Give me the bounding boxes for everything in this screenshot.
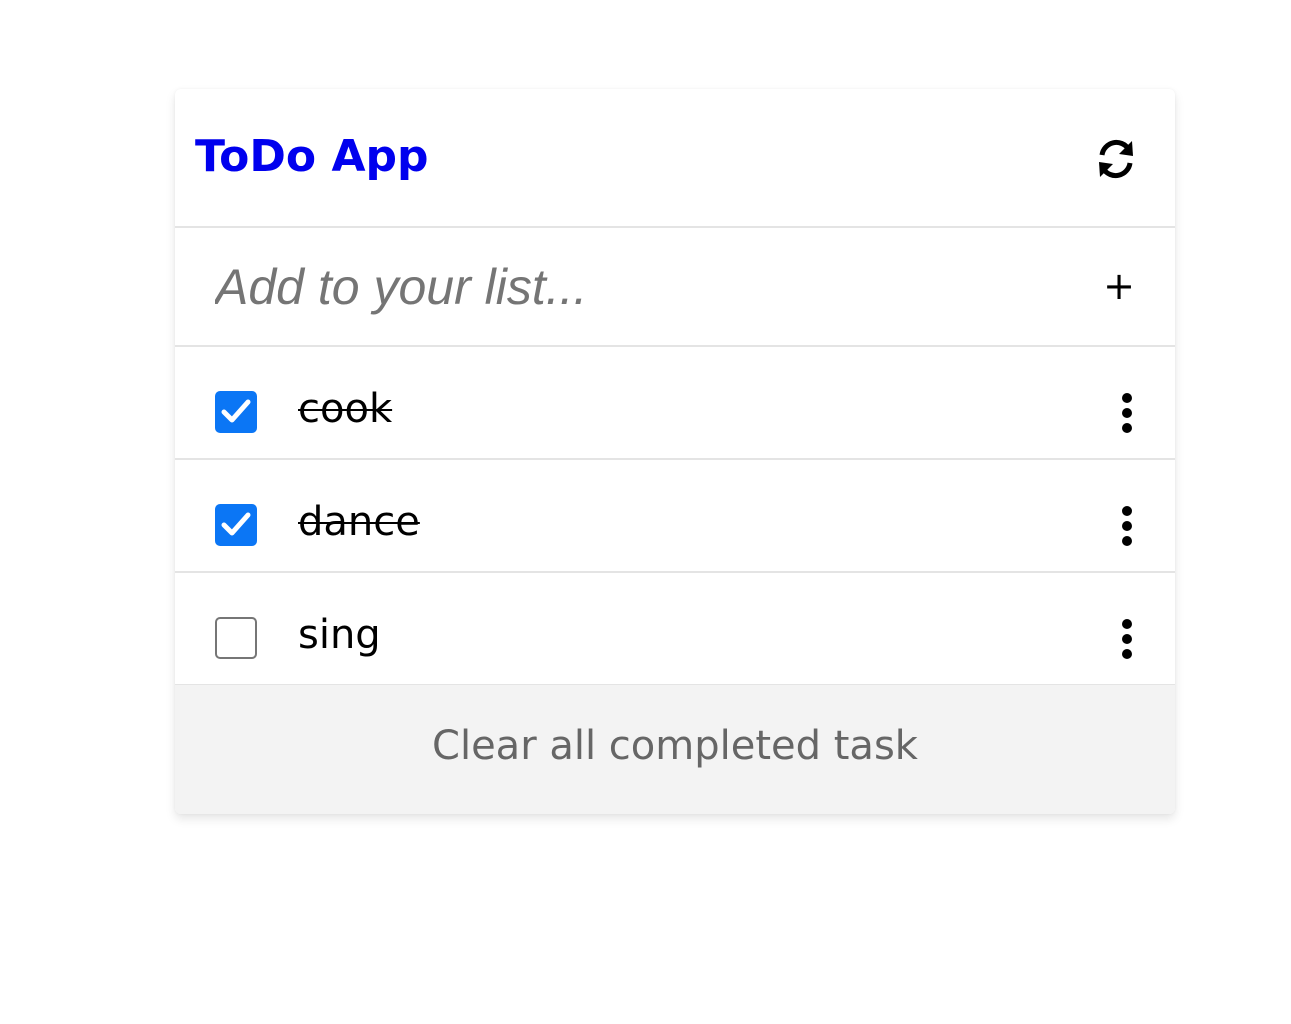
clear-completed-button[interactable]: Clear all completed task <box>175 685 1175 814</box>
task-label: dance <box>298 499 420 545</box>
more-options-icon[interactable] <box>1115 392 1139 434</box>
more-options-icon[interactable] <box>1115 618 1139 660</box>
add-button-label: + <box>1103 264 1135 308</box>
add-task-button[interactable]: + <box>1103 264 1135 308</box>
task-label: cook <box>298 386 393 432</box>
refresh-icon <box>1099 139 1133 179</box>
add-task-row: + <box>175 228 1175 347</box>
task-checkbox[interactable] <box>215 391 257 433</box>
refresh-button[interactable] <box>1093 136 1139 182</box>
task-checkbox[interactable] <box>215 504 257 546</box>
task-row: dance <box>175 460 1175 573</box>
app-header: ToDo App <box>175 89 1175 228</box>
task-row: sing <box>175 573 1175 686</box>
add-task-input[interactable] <box>215 258 1075 316</box>
app-title: ToDo App <box>195 131 429 182</box>
more-options-icon[interactable] <box>1115 505 1139 547</box>
todo-card: ToDo App + cook <box>175 89 1175 814</box>
task-checkbox[interactable] <box>215 617 257 659</box>
task-row: cook <box>175 347 1175 460</box>
checkmark-icon <box>221 512 251 536</box>
clear-completed-label: Clear all completed task <box>432 722 918 769</box>
task-label: sing <box>298 612 381 658</box>
checkmark-icon <box>221 399 251 423</box>
